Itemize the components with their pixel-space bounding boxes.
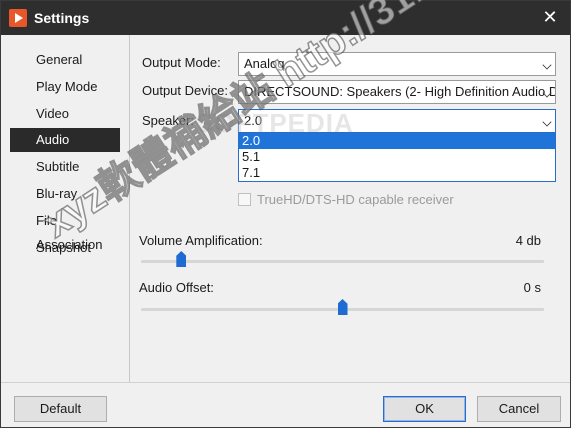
volume-amplification-label: Volume Amplification:	[139, 233, 263, 248]
title-bar: Settings ✕	[1, 1, 570, 35]
audio-offset-label: Audio Offset:	[139, 280, 214, 295]
speaker-label: Speaker:	[142, 113, 195, 128]
speaker-option-5-1[interactable]: 5.1	[239, 149, 555, 165]
close-icon[interactable]: ✕	[540, 7, 560, 27]
output-device-value: DIRECTSOUND: Speakers (2- High Definitio…	[244, 84, 555, 99]
speaker-dropdown-list: 2.0 5.1 7.1	[238, 132, 556, 182]
nav-item-general[interactable]: General	[10, 48, 120, 72]
nav-item-blu-ray[interactable]: Blu-ray	[10, 182, 120, 206]
app-logo-icon	[9, 9, 27, 27]
default-button[interactable]: Default	[14, 396, 107, 422]
audio-offset-value: 0 s	[523, 280, 541, 295]
volume-slider-handle[interactable]	[176, 251, 187, 267]
audio-offset-slider-handle[interactable]	[337, 299, 348, 315]
speaker-select[interactable]: 2.0	[238, 109, 556, 133]
truehd-checkbox[interactable]	[238, 193, 251, 206]
nav-item-file-association[interactable]: File Association	[10, 209, 120, 252]
nav-item-subtitle[interactable]: Subtitle	[10, 155, 120, 179]
output-mode-value: Analog	[244, 56, 285, 71]
ok-button[interactable]: OK	[383, 396, 466, 422]
speaker-option-2-0[interactable]: 2.0	[239, 133, 555, 149]
output-mode-select[interactable]: Analog	[238, 52, 556, 76]
cancel-button[interactable]: Cancel	[477, 396, 561, 422]
nav-item-audio[interactable]: Audio	[10, 128, 120, 152]
output-mode-label: Output Mode:	[142, 55, 221, 70]
dialog-footer: Default OK Cancel	[1, 382, 570, 427]
volume-amplification-value: 4 db	[515, 233, 541, 248]
speaker-value: 2.0	[244, 113, 263, 128]
nav-item-snapshot[interactable]: Snapshot	[10, 236, 120, 260]
truehd-label: TrueHD/DTS-HD capable receiver	[257, 192, 454, 207]
window-title: Settings	[34, 10, 90, 26]
nav-item-video[interactable]: Video	[10, 102, 120, 126]
audio-settings-panel: Output Mode: Analog Output Device: DIREC…	[131, 35, 570, 382]
output-device-label: Output Device:	[142, 83, 228, 98]
nav-item-play-mode[interactable]: Play Mode	[10, 75, 120, 99]
settings-window: Settings ✕ General Play Mode Video Audio…	[0, 0, 571, 428]
output-device-select[interactable]: DIRECTSOUND: Speakers (2- High Definitio…	[238, 80, 556, 104]
speaker-option-7-1[interactable]: 7.1	[239, 165, 555, 181]
settings-nav: General Play Mode Video Audio Subtitle B…	[1, 35, 130, 382]
volume-slider-track[interactable]	[141, 260, 544, 263]
